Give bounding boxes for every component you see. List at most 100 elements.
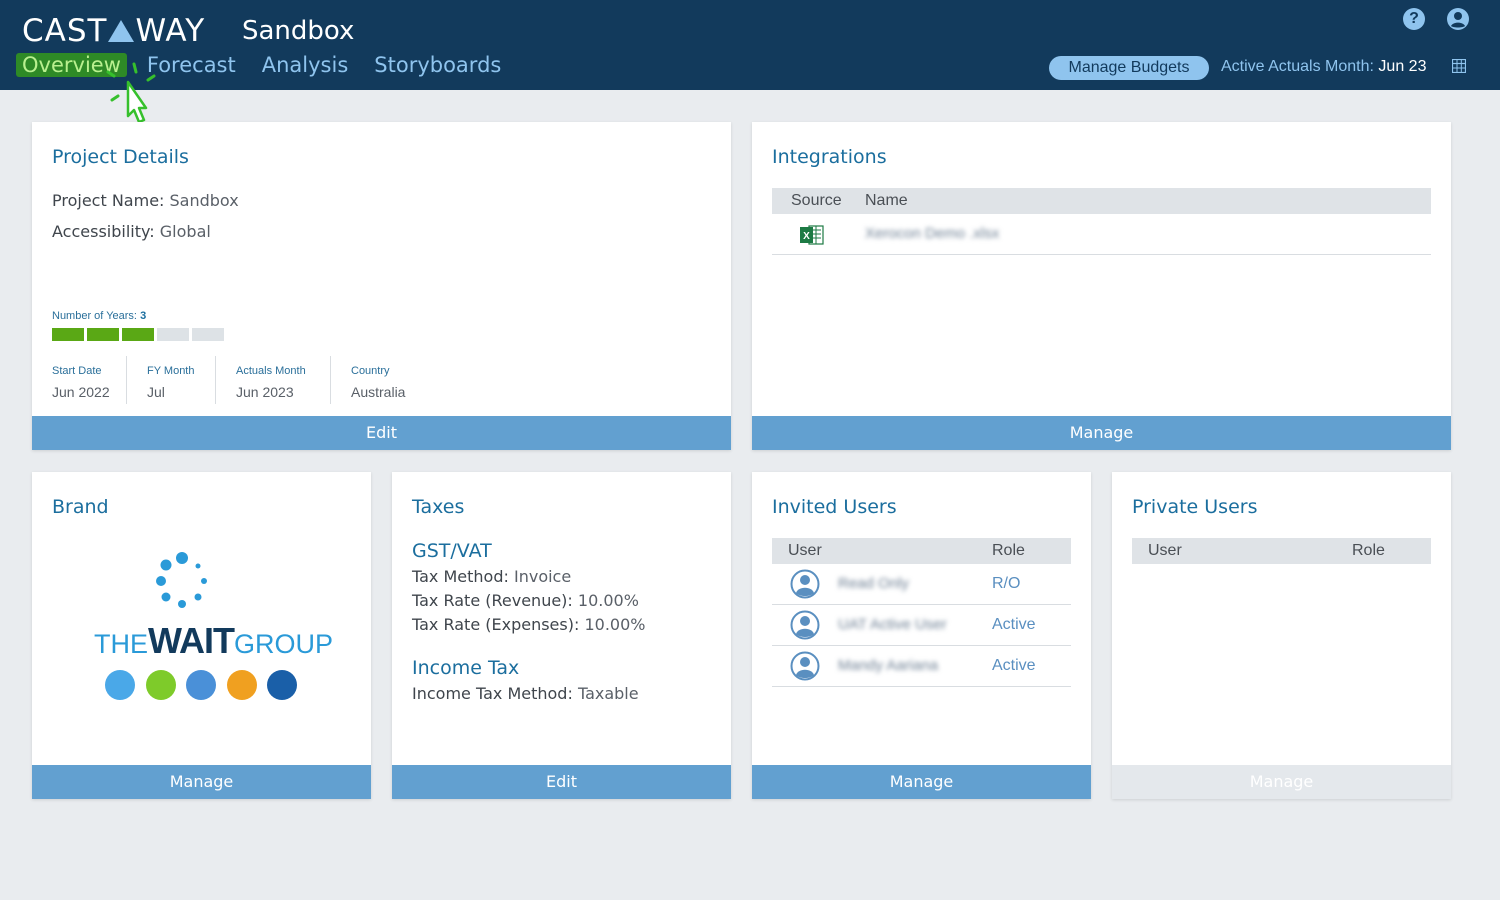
integration-row[interactable]: X Xerocon Demo .xlsx (772, 214, 1431, 255)
project-edit-button[interactable]: Edit (32, 416, 731, 450)
invited-user-name: Read Only (838, 575, 909, 592)
tax-rate-revenue-field: Tax Rate (Revenue): 10.00% (412, 591, 639, 610)
country-field: Country Australia (330, 356, 450, 404)
tax-rate-expenses-value: 10.00% (584, 615, 646, 634)
brand-manage-button[interactable]: Manage (32, 765, 371, 799)
brand-card: Brand THEWAITGROUP Manage (32, 472, 371, 799)
invited-user-row[interactable]: UAT Active User Active (772, 605, 1071, 646)
tax-method-label: Tax Method: (412, 567, 509, 586)
project-title: Sandbox (242, 16, 355, 46)
invited-users-manage-button[interactable]: Manage (752, 765, 1091, 799)
project-name-field: Project Name: Sandbox (52, 191, 239, 210)
country-label: Country (351, 365, 390, 377)
tax-rate-expenses-label: Tax Rate (Expenses): (412, 615, 580, 634)
brand-dot (186, 670, 216, 700)
col-role: Role (992, 542, 1025, 559)
brand-title: Brand (52, 496, 109, 518)
invited-users-title: Invited Users (772, 496, 897, 518)
invited-user-role: R/O (992, 575, 1021, 592)
tax-rate-revenue-label: Tax Rate (Revenue): (412, 591, 573, 610)
actuals-month-field: Actuals Month Jun 2023 (215, 356, 330, 404)
project-details-title: Project Details (52, 146, 189, 168)
start-date-label: Start Date (52, 365, 102, 377)
main-nav: Overview Forecast Analysis Storyboards (16, 53, 527, 77)
actuals-month-label: Active Actuals Month: (1221, 58, 1374, 75)
integrations-table-header: Source Name (772, 188, 1431, 214)
year-segment (122, 328, 154, 341)
income-tax-method-field: Income Tax Method: Taxable (412, 684, 639, 703)
start-date-value: Jun 2022 (52, 384, 110, 400)
gst-vat-heading: GST/VAT (412, 540, 492, 562)
brand-dot (145, 670, 176, 700)
nav-analysis[interactable]: Analysis (262, 53, 349, 77)
years-value: 3 (140, 310, 147, 322)
brand-logo-text: THEWAITGROUP (94, 620, 333, 662)
actuals-month-card-label: Actuals Month (236, 365, 306, 377)
integrations-title: Integrations (772, 146, 887, 168)
year-segment (157, 328, 189, 341)
years-progress-bar (52, 328, 227, 341)
castaway-logo[interactable]: CAST WAY (22, 13, 205, 49)
income-tax-method-value: Taxable (577, 684, 639, 703)
brand-logo-dots-icon (156, 552, 207, 608)
year-segment (52, 328, 84, 341)
logo-group: GROUP (233, 629, 333, 659)
accessibility-field: Accessibility: Global (52, 222, 211, 241)
tax-rate-revenue-value: 10.00% (577, 591, 639, 610)
col-user: User (1148, 542, 1182, 559)
nav-storyboards[interactable]: Storyboards (374, 53, 501, 77)
user-avatar-icon (790, 610, 820, 640)
private-users-card: Private Users User Role Manage (1112, 472, 1451, 799)
user-avatar-icon (790, 651, 820, 681)
col-source: Source (791, 192, 842, 209)
accessibility-value: Global (159, 222, 211, 241)
brand-logo: THEWAITGROUP (94, 550, 333, 710)
invited-users-card: Invited Users User Role Read Only R/O UAT … (752, 472, 1091, 799)
logo-text-left: CAST (22, 13, 108, 49)
taxes-card: Taxes GST/VAT Tax Method: Invoice Tax Ra… (392, 472, 731, 799)
excel-icon: X (800, 225, 824, 245)
project-name-value: Sandbox (169, 191, 239, 210)
fy-month-value: Jul (147, 384, 165, 400)
integrations-card: Integrations Source Name X Xerocon Demo … (752, 122, 1451, 450)
tax-method-field: Tax Method: Invoice (412, 567, 571, 586)
logo-the: THE (94, 629, 148, 659)
taxes-edit-button[interactable]: Edit (392, 765, 731, 799)
actuals-month-value: Jun 23 (1378, 58, 1427, 75)
year-segment (87, 328, 119, 341)
invited-user-role: Active (992, 657, 1036, 674)
fy-month-field: FY Month Jul (126, 356, 215, 404)
brand-dot (226, 670, 257, 700)
brand-color-dots (105, 670, 308, 700)
actuals-month-card-value: Jun 2023 (236, 384, 294, 400)
help-icon[interactable]: ? (1403, 8, 1425, 30)
years-label: Number of Years: (52, 310, 137, 322)
project-details-card: Project Details Project Name: Sandbox Ac… (32, 122, 731, 450)
calendar-icon[interactable] (1452, 59, 1466, 73)
private-users-table-header: User Role (1132, 538, 1431, 564)
cursor-icon (106, 62, 156, 124)
integrations-manage-button[interactable]: Manage (752, 416, 1451, 450)
active-actuals-month: Active Actuals Month: Jun 23 (1221, 58, 1426, 76)
integration-name: Xerocon Demo .xlsx (865, 225, 1000, 242)
manage-budgets-button[interactable]: Manage Budgets (1049, 56, 1209, 80)
logo-triangle-icon (108, 20, 135, 42)
private-users-title: Private Users (1132, 496, 1258, 518)
private-users-manage-button: Manage (1112, 765, 1451, 799)
col-name: Name (865, 192, 908, 209)
logo-text-right: WAY (135, 13, 206, 49)
income-tax-method-label: Income Tax Method: (412, 684, 573, 703)
svg-text:X: X (803, 231, 810, 242)
col-user: User (788, 542, 822, 559)
project-name-label: Project Name: (52, 191, 165, 210)
invited-user-row[interactable]: Read Only R/O (772, 564, 1071, 605)
invited-user-row[interactable]: Mandy Aariana Active (772, 646, 1071, 687)
user-avatar-icon (790, 569, 820, 599)
invited-user-name: UAT Active User (838, 616, 947, 633)
income-tax-heading: Income Tax (412, 657, 520, 679)
fy-month-label: FY Month (147, 365, 195, 377)
invited-user-name: Mandy Aariana (838, 657, 939, 674)
top-bar: CAST WAY Sandbox Overview Forecast Analys… (0, 0, 1500, 90)
user-icon[interactable] (1446, 7, 1470, 31)
tax-method-value: Invoice (513, 567, 572, 586)
